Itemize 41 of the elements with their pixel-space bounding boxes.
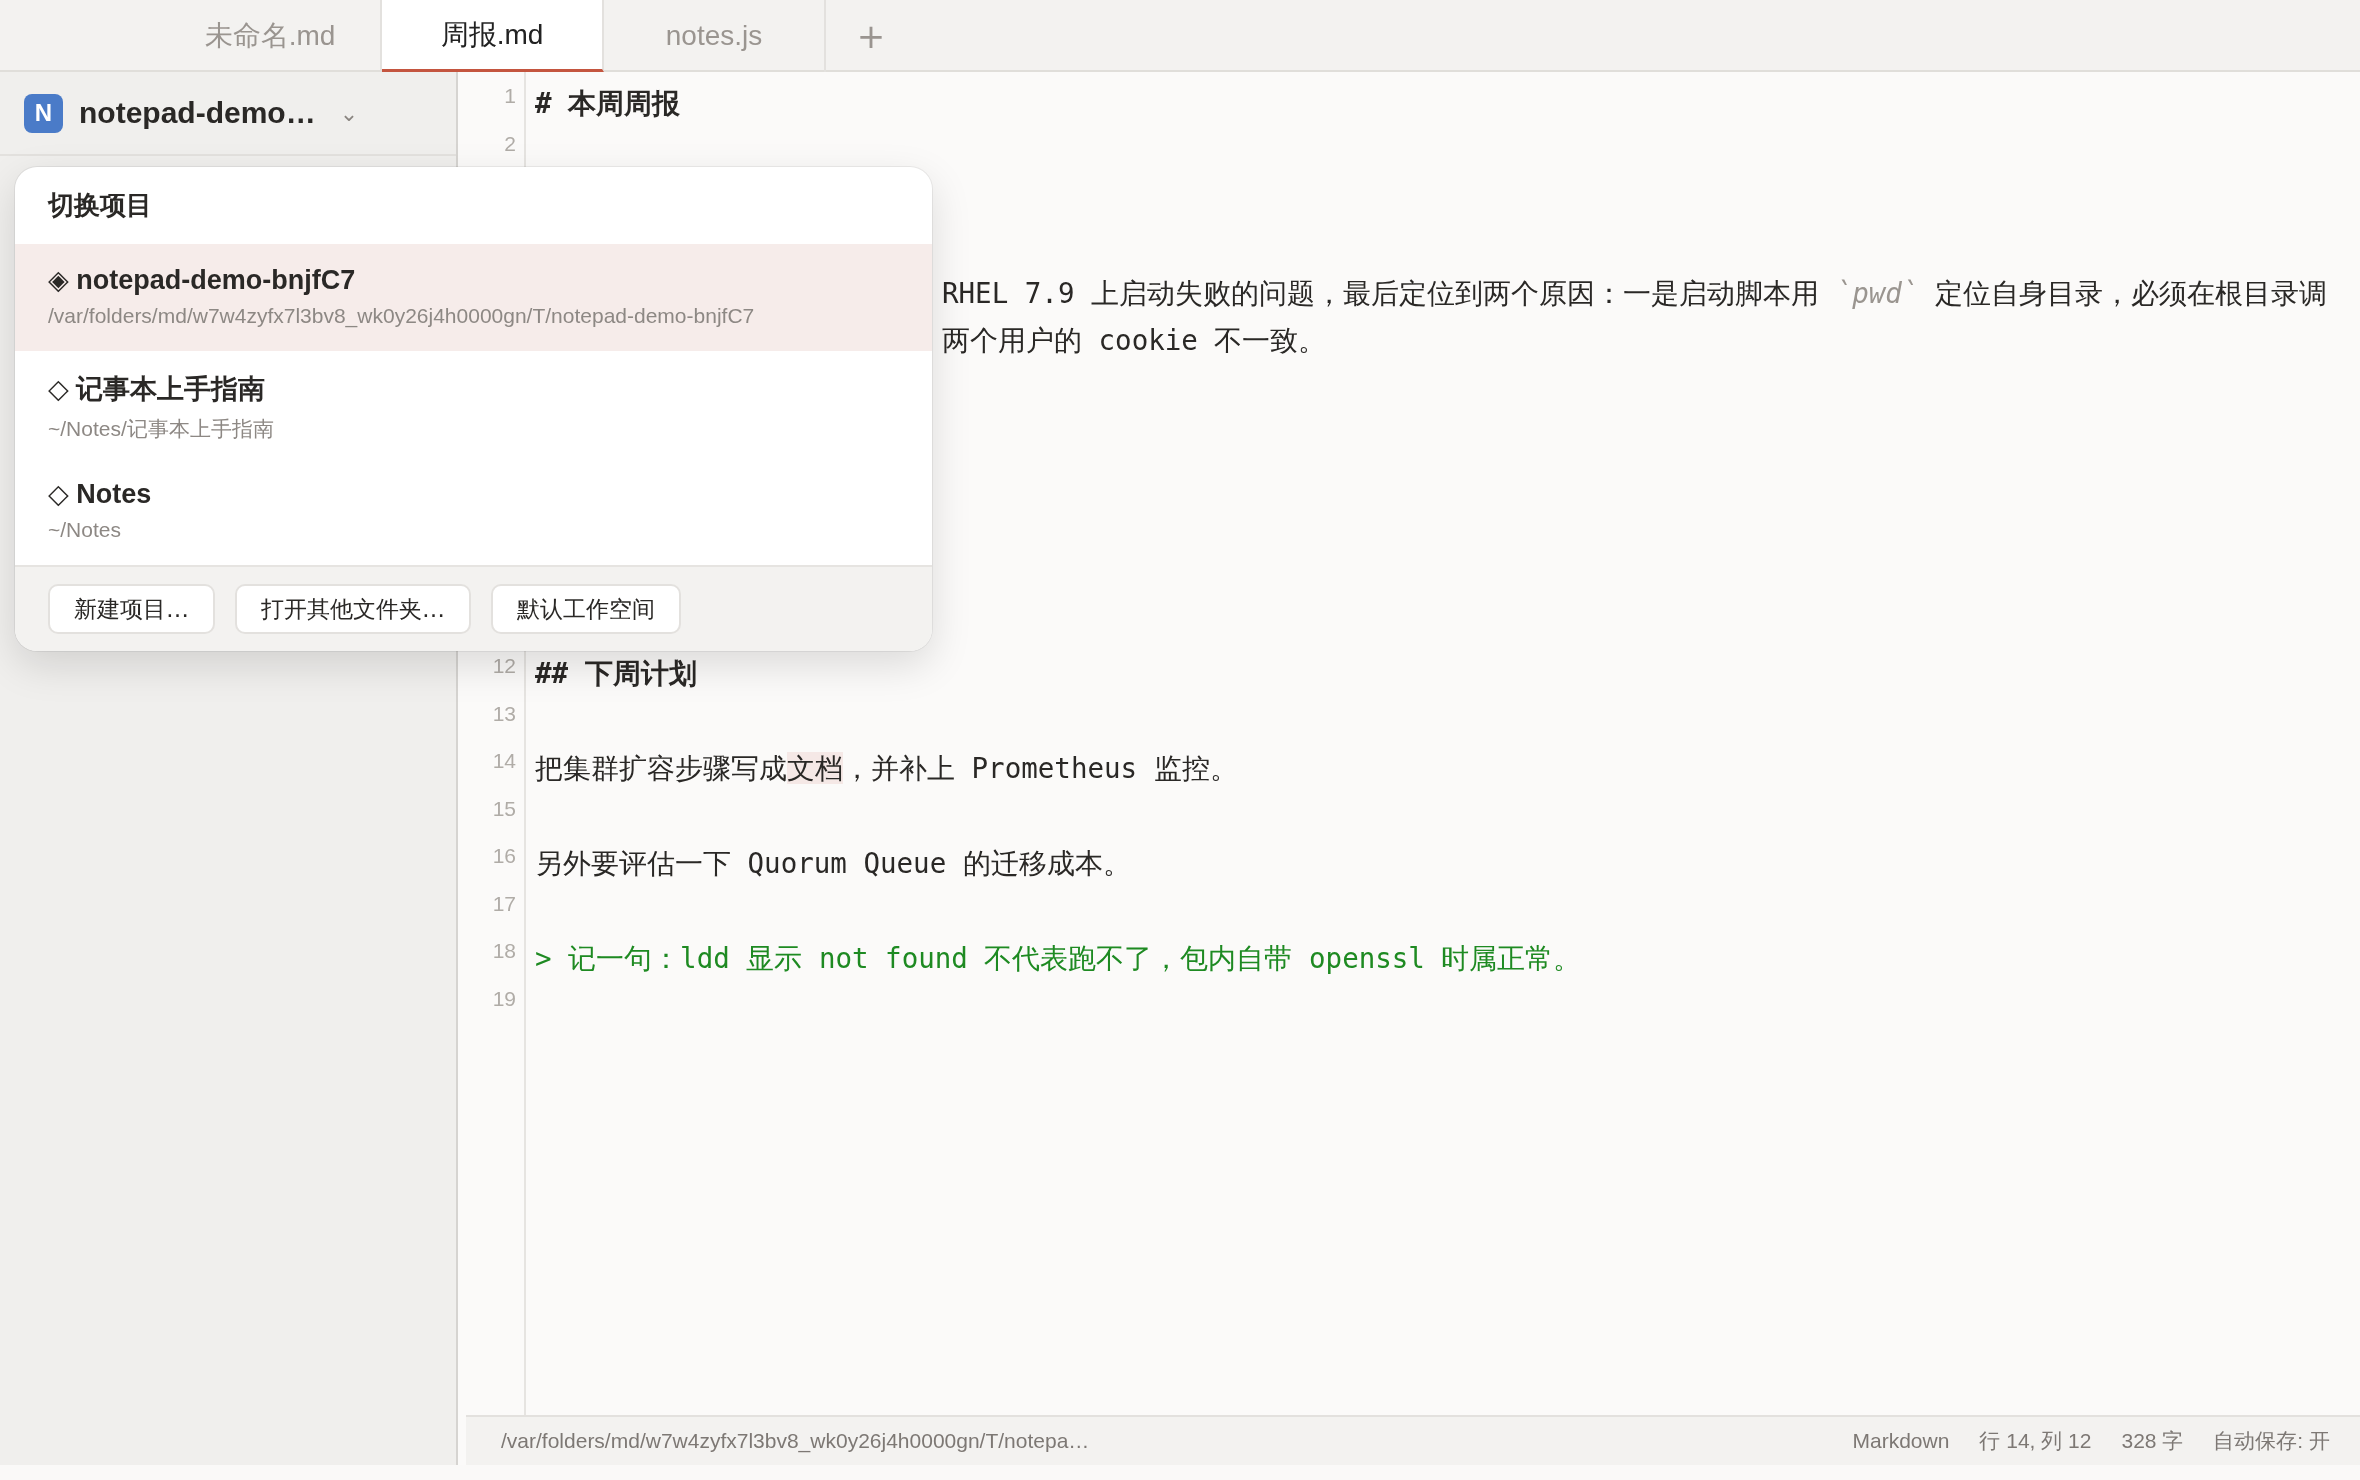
- action-button[interactable]: 默认工作空间: [491, 584, 681, 635]
- status-item: 自动保存: 开: [2213, 1428, 2330, 1454]
- line-number: 14: [491, 748, 516, 773]
- text-line: 把集群扩容步骤写成文档，并补上 Prometheus 监控。: [535, 750, 1238, 786]
- project-selector[interactable]: N notepad-demo… ⌄: [0, 72, 456, 156]
- text-line: 另外要评估一下 Quorum Queue 的迁移成本。: [535, 845, 1131, 881]
- action-button[interactable]: 新建项目…: [48, 584, 215, 635]
- project-title: ◈ notepad-demo-bnjfC7: [48, 264, 357, 297]
- text-line: 两个用户的 cookie 不一致。: [942, 323, 1327, 359]
- heading-line: # 本周周报: [535, 85, 681, 121]
- project-title: ◇ Notes: [48, 478, 153, 511]
- project-item[interactable]: ◇ 记事本上手指南 ~/Notes/记事本上手指南: [15, 351, 932, 459]
- project-title: ◇ 记事本上手指南: [48, 373, 267, 407]
- action-button[interactable]: 打开其他文件夹…: [235, 584, 471, 635]
- project-item[interactable]: ◈ notepad-demo-bnjfC7 /var/folders/md/w7w4zyfx7l3bv8_wk0y26j4h0000gn/T/notepad-demo-bnjfC7: [15, 244, 932, 352]
- line-number: 18: [491, 938, 516, 963]
- line-number: 16: [491, 843, 516, 868]
- line-number: 19: [491, 985, 516, 1011]
- project-name: notepad-demo…: [79, 96, 316, 130]
- line-number: 12: [491, 653, 516, 678]
- quote-line: > 记一句：ldd 显示 not found 不代表跑不了，包内自带 openssl 时属正常。: [535, 940, 1582, 976]
- project-path: /var/folders/md/w7w4zyfx7l3bv8_wk0y26j4h0000gn/T/notepad-demo-bnjfC7: [48, 304, 756, 329]
- project-item[interactable]: ◇ Notes ~/Notes: [15, 458, 932, 566]
- text-highlight: 文档: [787, 751, 843, 784]
- status-item: 行 14, 列 12: [1979, 1428, 2092, 1454]
- caret-icon: ⌄: [339, 100, 359, 126]
- status-item: Markdown: [1852, 1429, 1950, 1453]
- status-item: 328 字: [2121, 1428, 2184, 1454]
- heading-line: ## 下周计划: [535, 655, 697, 691]
- line-number: 13: [491, 700, 516, 726]
- file-path: /var/folders/md/w7w4zyfx7l3bv8_wk0y26j4h0000gn/T/notepa…: [501, 1429, 1091, 1453]
- text-line: RHEL 7.9 上启动失败的问题，最后定位到两个原因：一是启动脚本用 `pwd` 定位自身目录，必须在根目录调: [942, 275, 2327, 311]
- line-number: 2: [503, 130, 516, 156]
- line-number: 17: [491, 890, 516, 916]
- project-path: ~/Notes: [48, 518, 122, 543]
- line-number: 1: [503, 83, 516, 108]
- tab[interactable]: 周报.md: [382, 0, 604, 72]
- line-number: 15: [491, 795, 516, 821]
- popup-title: 切换项目: [46, 189, 153, 223]
- project-logo: N: [24, 93, 63, 133]
- project-path: ~/Notes/记事本上手指南: [48, 416, 275, 443]
